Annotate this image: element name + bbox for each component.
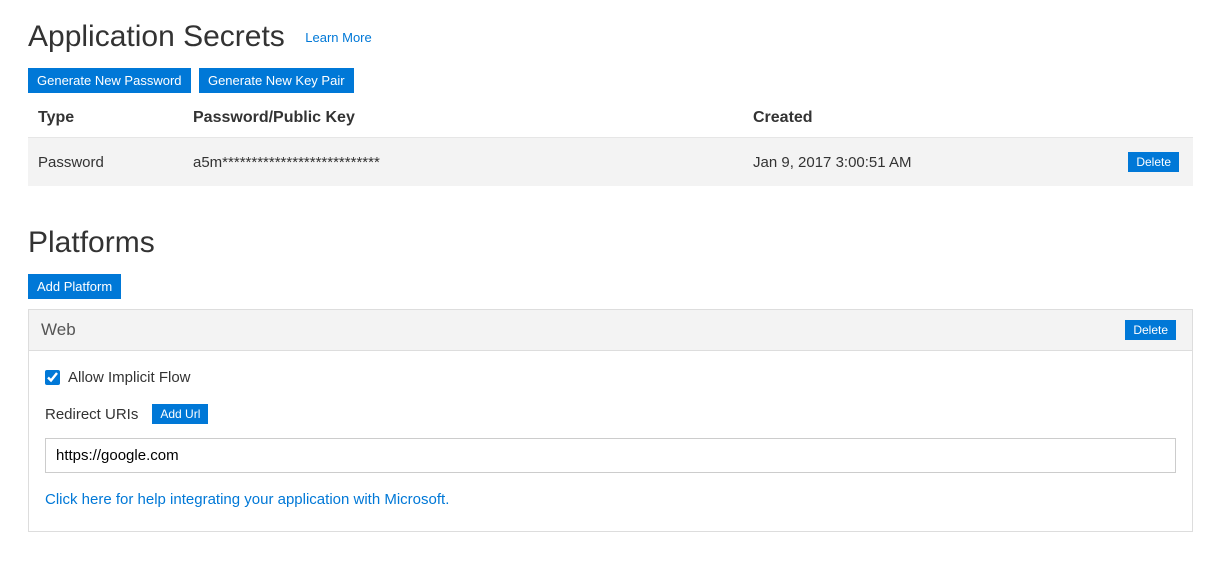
application-secrets-section: Application Secrets Learn More Generate … <box>28 20 1193 186</box>
platforms-section: Platforms Add Platform Web Delete Allow … <box>28 226 1193 532</box>
platforms-title: Platforms <box>28 226 155 260</box>
learn-more-link[interactable]: Learn More <box>305 30 371 45</box>
delete-platform-button[interactable]: Delete <box>1125 320 1176 340</box>
allow-implicit-flow-checkbox[interactable] <box>45 370 60 385</box>
generate-new-key-pair-button[interactable]: Generate New Key Pair <box>199 68 354 93</box>
secrets-col-type: Type <box>28 101 183 138</box>
redirect-uris-label: Redirect URIs <box>45 406 138 423</box>
platform-name: Web <box>41 320 76 340</box>
add-platform-button[interactable]: Add Platform <box>28 274 121 299</box>
platform-panel-web: Web Delete Allow Implicit Flow Redirect … <box>28 309 1193 532</box>
generate-new-password-button[interactable]: Generate New Password <box>28 68 191 93</box>
table-row: Password a5m*************************** … <box>28 138 1193 187</box>
secrets-col-key: Password/Public Key <box>183 101 743 138</box>
secrets-col-created: Created <box>743 101 1093 138</box>
secret-type-cell: Password <box>28 138 183 187</box>
secrets-table: Type Password/Public Key Created Passwor… <box>28 101 1193 186</box>
delete-secret-button[interactable]: Delete <box>1128 152 1179 172</box>
redirect-uri-input[interactable] <box>45 438 1176 473</box>
secret-created-cell: Jan 9, 2017 3:00:51 AM <box>743 138 1093 187</box>
allow-implicit-flow-label[interactable]: Allow Implicit Flow <box>68 369 191 386</box>
secret-key-cell: a5m*************************** <box>183 138 743 187</box>
add-url-button[interactable]: Add Url <box>152 404 208 424</box>
integration-help-link[interactable]: Click here for help integrating your app… <box>45 491 449 508</box>
secrets-title: Application Secrets <box>28 20 285 54</box>
secrets-col-actions <box>1093 101 1193 138</box>
